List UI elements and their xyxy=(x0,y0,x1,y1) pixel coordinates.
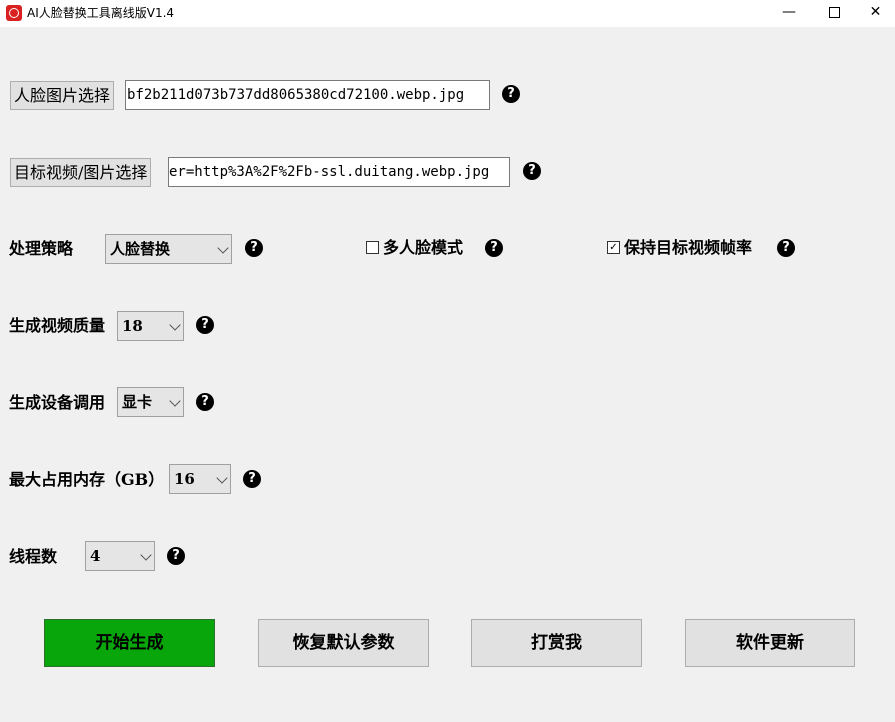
chevron-down-icon xyxy=(169,395,181,407)
keep-fps-help-icon[interactable]: ? xyxy=(777,239,795,257)
device-select[interactable]: 显卡 xyxy=(117,387,184,417)
multi-face-help-icon[interactable]: ? xyxy=(485,239,503,257)
face-image-help-icon[interactable]: ? xyxy=(502,85,520,103)
reward-button[interactable]: 打赏我 xyxy=(471,619,642,667)
target-select-button[interactable]: 目标视频/图片选择 xyxy=(10,158,152,187)
close-button[interactable]: ✕ xyxy=(856,0,895,27)
multi-face-checkbox[interactable] xyxy=(366,241,379,254)
chevron-down-icon xyxy=(217,242,229,254)
strategy-select[interactable]: 人脸替换 xyxy=(105,234,232,264)
memory-help-icon[interactable]: ? xyxy=(243,470,261,488)
software-update-button[interactable]: 软件更新 xyxy=(685,619,855,667)
maximize-icon xyxy=(828,6,840,18)
device-select-value: 显卡 xyxy=(122,393,153,411)
quality-help-icon[interactable]: ? xyxy=(196,316,214,334)
chevron-down-icon xyxy=(140,549,152,561)
face-image-select-button[interactable]: 人脸图片选择 xyxy=(10,81,115,110)
multi-face-label: 多人脸模式 xyxy=(383,238,464,257)
strategy-label: 处理策略 xyxy=(9,239,74,258)
face-image-path-field[interactable]: bf2b211d073b737dd8065380cd72100.webp.jpg xyxy=(125,80,490,110)
keep-fps-checkbox[interactable]: ✓ xyxy=(607,241,620,254)
chevron-down-icon xyxy=(169,319,181,331)
quality-select-value: 18 xyxy=(122,317,143,335)
chevron-down-icon xyxy=(216,472,228,484)
strategy-help-icon[interactable]: ? xyxy=(245,239,263,257)
threads-select[interactable]: 4 xyxy=(85,541,155,571)
minimize-button[interactable]: — xyxy=(766,0,812,27)
threads-label: 线程数 xyxy=(9,547,58,566)
memory-label: 最大占用内存（GB） xyxy=(9,470,165,489)
target-path-field[interactable]: er=http%3A%2F%2Fb-ssl.duitang.webp.jpg xyxy=(168,157,510,187)
reset-defaults-button[interactable]: 恢复默认参数 xyxy=(258,619,429,667)
window-title: AI人脸替换工具离线版V1.4 xyxy=(27,6,175,20)
start-generate-button[interactable]: 开始生成 xyxy=(44,619,215,667)
target-help-icon[interactable]: ? xyxy=(523,162,541,180)
maximize-button[interactable] xyxy=(811,0,857,27)
title-bar: AI人脸替换工具离线版V1.4 — ✕ xyxy=(0,0,895,27)
threads-select-value: 4 xyxy=(90,547,101,565)
keep-fps-label: 保持目标视频帧率 xyxy=(624,238,753,257)
memory-select[interactable]: 16 xyxy=(169,464,231,494)
quality-label: 生成视频质量 xyxy=(9,316,106,335)
threads-help-icon[interactable]: ? xyxy=(167,547,185,565)
memory-select-value: 16 xyxy=(174,470,195,488)
app-logo-icon xyxy=(6,5,22,21)
strategy-select-value: 人脸替换 xyxy=(110,240,171,258)
quality-select[interactable]: 18 xyxy=(117,311,184,341)
device-help-icon[interactable]: ? xyxy=(196,393,214,411)
device-label: 生成设备调用 xyxy=(9,393,106,412)
